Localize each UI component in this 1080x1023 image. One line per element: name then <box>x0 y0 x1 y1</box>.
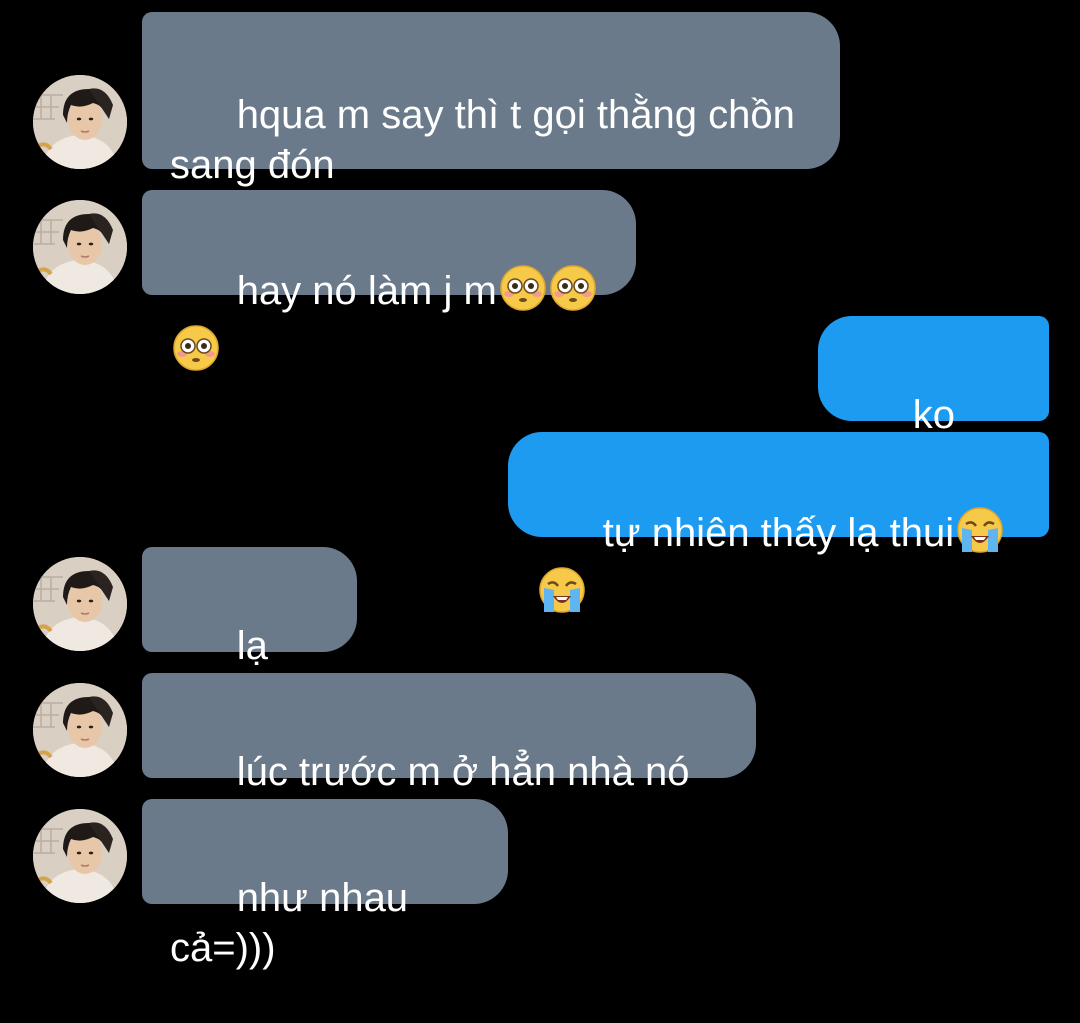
avatar-photo <box>33 557 127 651</box>
outgoing-message-bubble[interactable]: ko điên à <box>818 316 1049 487</box>
message-text: tự nhiên thấy lạ thui <box>602 511 955 555</box>
contact-avatar[interactable] <box>33 75 127 169</box>
flushed-face-icon <box>499 264 547 324</box>
contact-avatar[interactable] <box>33 200 127 294</box>
incoming-message-bubble[interactable]: lạ đéo?? <box>142 547 357 718</box>
flushed-face-icon <box>549 264 597 324</box>
avatar-photo <box>33 809 127 903</box>
outgoing-message-bubble[interactable]: tự nhiên thấy lạ thui <box>508 432 1049 613</box>
contact-avatar[interactable] <box>33 557 127 651</box>
contact-avatar[interactable] <box>33 683 127 777</box>
message-text: hqua m say thì t gọi thằng chồn sang đón <box>170 93 795 187</box>
avatar-photo <box>33 75 127 169</box>
message-thread[interactable]: hqua m say thì t gọi thằng chồn sang đón… <box>0 0 1080 970</box>
incoming-message-bubble[interactable]: như nhau cả=))) <box>142 799 508 970</box>
message-text: như nhau cả=))) <box>170 876 420 970</box>
avatar-photo <box>33 200 127 294</box>
loudly-crying-face-icon <box>538 566 586 626</box>
contact-avatar[interactable] <box>33 809 127 903</box>
incoming-message-bubble[interactable]: hqua m say thì t gọi thằng chồn sang đón <box>142 12 840 187</box>
flushed-face-icon <box>172 324 220 384</box>
message-text: hay nó làm j m <box>236 269 497 313</box>
loudly-crying-face-icon <box>956 506 1004 566</box>
incoming-message-bubble[interactable]: lúc trước m ở hẳn nhà nó mà <box>142 673 756 844</box>
avatar-photo <box>33 683 127 777</box>
incoming-message-bubble[interactable]: hay nó làm j m <box>142 190 636 371</box>
